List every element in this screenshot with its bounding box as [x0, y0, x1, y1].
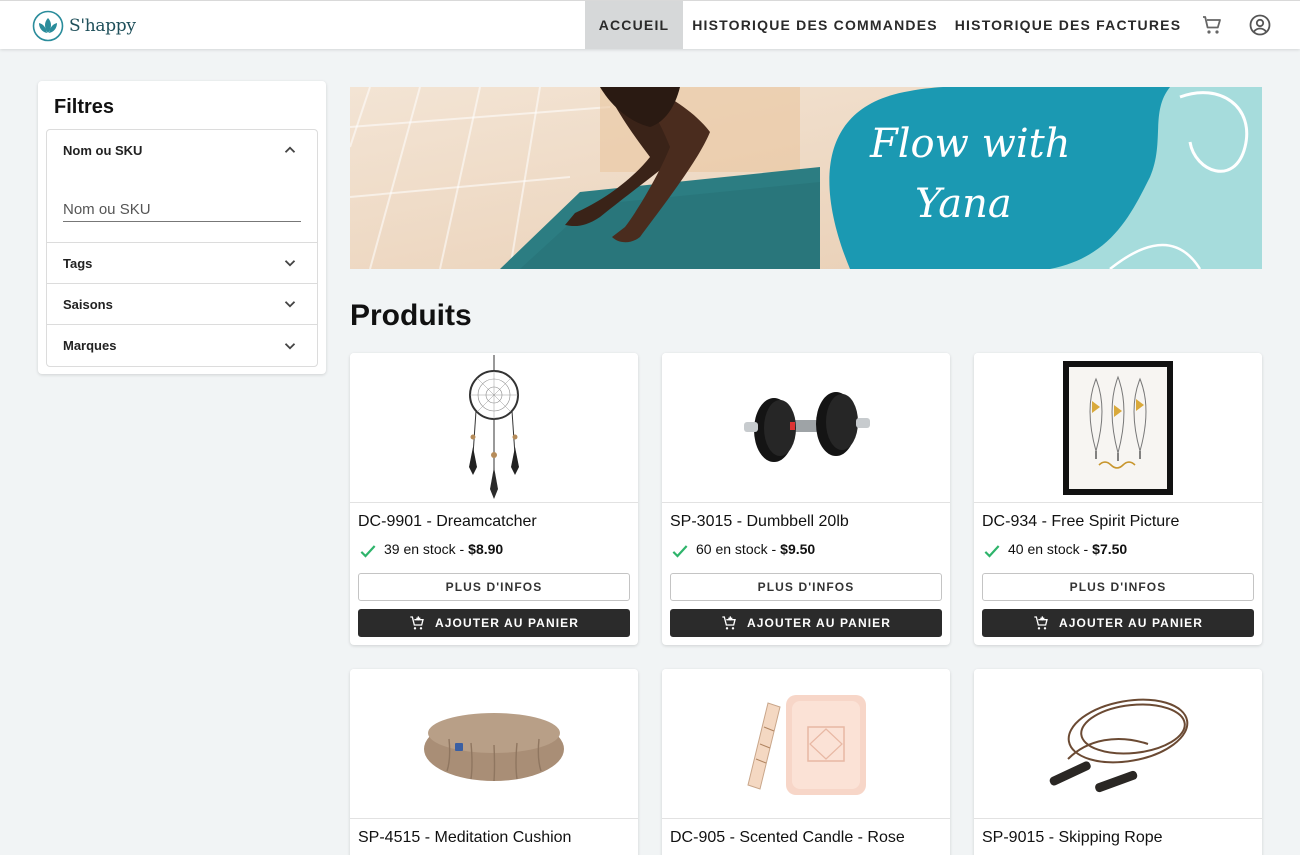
skipping-rope-icon — [1049, 698, 1189, 792]
filter-label: Nom ou SKU — [63, 143, 143, 158]
filter-tags[interactable]: Tags — [47, 243, 317, 284]
add-to-cart-button[interactable]: AJOUTER AU PANIER — [670, 609, 942, 637]
product-name[interactable]: DC-905 - Scented Candle - Rose — [670, 829, 905, 847]
meditation-cushion-icon — [424, 712, 564, 781]
more-info-button[interactable]: PLUS D'INFOS — [982, 573, 1254, 601]
product-card: SP-9015 - Skipping Rope — [974, 669, 1262, 855]
filters-accordion: Nom ou SKU Tags Saisons Marques — [46, 129, 318, 367]
brand-name: S'happy — [69, 16, 136, 36]
banner-text-line2: Yana — [915, 181, 1012, 227]
filter-name-sku[interactable]: Nom ou SKU — [47, 130, 317, 243]
top-app-bar: S'happy ACCUEIL HISTORIQUE DES COMMANDES… — [0, 0, 1300, 49]
product-image-scented-candle[interactable] — [662, 669, 950, 819]
framed-picture-icon — [1063, 360, 1173, 495]
product-image-dreamcatcher[interactable] — [350, 353, 638, 503]
add-to-cart-button[interactable]: AJOUTER AU PANIER — [982, 609, 1254, 637]
banner-text-line1: Flow with — [869, 121, 1070, 167]
product-name[interactable]: DC-9901 - Dreamcatcher — [358, 513, 537, 531]
dreamcatcher-icon — [469, 354, 519, 499]
more-info-button[interactable]: PLUS D'INFOS — [670, 573, 942, 601]
filters-panel: Filtres Nom ou SKU Tags Saisons Marques — [38, 81, 326, 374]
dumbbell-icon — [744, 391, 870, 462]
stock-text: 40 en stock - — [1008, 541, 1089, 557]
filter-label: Saisons — [63, 296, 113, 312]
account-button[interactable] — [1248, 13, 1272, 37]
promo-banner[interactable]: Flow with Yana — [350, 87, 1262, 269]
add-cart-icon — [722, 616, 736, 630]
chevron-down-icon[interactable] — [281, 254, 299, 272]
chevron-down-icon[interactable] — [281, 295, 299, 313]
product-card: DC-934 - Free Spirit Picture 40 en stock… — [974, 353, 1262, 645]
lotus-logo-icon — [32, 10, 64, 42]
product-price: $9.50 — [780, 541, 816, 557]
product-price: $7.50 — [1092, 541, 1128, 557]
product-image-meditation-cushion[interactable] — [350, 669, 638, 819]
product-name[interactable]: SP-4515 - Meditation Cushion — [358, 829, 571, 847]
product-image-dumbbell[interactable] — [662, 353, 950, 503]
products-title: Produits — [350, 299, 472, 332]
check-icon — [672, 545, 688, 558]
product-image-skipping-rope[interactable] — [974, 669, 1262, 819]
product-price: $8.90 — [468, 541, 504, 557]
name-sku-input[interactable] — [63, 198, 301, 222]
filter-label: Marques — [63, 338, 117, 353]
more-info-button[interactable]: PLUS D'INFOS — [358, 573, 630, 601]
nav-accueil[interactable]: ACCUEIL — [585, 1, 683, 49]
filter-brands[interactable]: Marques — [47, 325, 317, 366]
product-name[interactable]: SP-9015 - Skipping Rope — [982, 829, 1163, 847]
filter-label: Tags — [63, 255, 93, 271]
filter-seasons[interactable]: Saisons — [47, 284, 317, 325]
product-name[interactable]: DC-934 - Free Spirit Picture — [982, 513, 1179, 531]
product-card: SP-3015 - Dumbbell 20lb 60 en stock - $9… — [662, 353, 950, 645]
stock-text: 60 en stock - — [696, 541, 777, 557]
product-card: DC-9901 - Dreamcatcher 39 en stock - $8.… — [350, 353, 638, 645]
account-icon — [1249, 14, 1271, 36]
product-image-free-spirit[interactable] — [974, 353, 1262, 503]
add-cart-icon — [410, 616, 424, 630]
brand-logo[interactable]: S'happy — [32, 9, 136, 43]
add-to-cart-label: AJOUTER AU PANIER — [1058, 616, 1204, 630]
product-card: DC-905 - Scented Candle - Rose — [662, 669, 950, 855]
product-stock: 39 en stock - $8.90 — [358, 539, 503, 559]
stock-text: 39 en stock - — [384, 541, 465, 557]
cart-button[interactable] — [1200, 13, 1224, 37]
chevron-down-icon[interactable] — [281, 337, 299, 355]
add-to-cart-label: AJOUTER AU PANIER — [746, 616, 892, 630]
product-stock: 40 en stock - $7.50 — [982, 539, 1127, 559]
cart-icon — [1203, 16, 1221, 34]
check-icon — [984, 545, 1000, 558]
product-name[interactable]: SP-3015 - Dumbbell 20lb — [670, 513, 849, 531]
yoga-banner-image: Flow with Yana — [350, 87, 1262, 269]
nav-order-history[interactable]: HISTORIQUE DES COMMANDES — [690, 1, 940, 49]
chevron-up-icon[interactable] — [281, 141, 299, 159]
add-to-cart-button[interactable]: AJOUTER AU PANIER — [358, 609, 630, 637]
filters-title: Filtres — [54, 96, 115, 118]
add-to-cart-label: AJOUTER AU PANIER — [434, 616, 580, 630]
product-stock: 60 en stock - $9.50 — [670, 539, 815, 559]
add-cart-icon — [1034, 616, 1048, 630]
check-icon — [360, 545, 376, 558]
scented-candle-icon — [747, 694, 866, 795]
nav-invoice-history[interactable]: HISTORIQUE DES FACTURES — [950, 1, 1186, 49]
product-card: SP-4515 - Meditation Cushion — [350, 669, 638, 855]
